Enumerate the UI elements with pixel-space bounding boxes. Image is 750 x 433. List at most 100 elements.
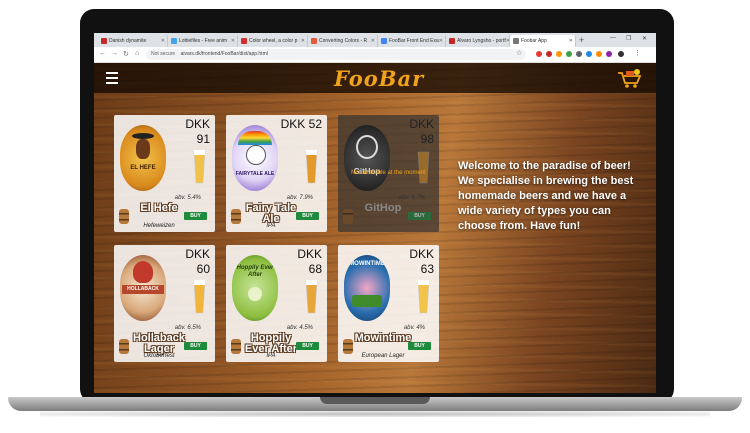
beer-card-hollaback-lager: HOLLABACK DKK 60 abv. 6.5% Hollaback Lag… — [114, 245, 215, 362]
price-value: 68 — [308, 262, 322, 276]
tab-label: Color wheel, a color p — [249, 38, 298, 44]
browser-tab[interactable]: Color wheel, a color p ✕ — [238, 35, 308, 47]
browser-tab[interactable]: Danish dynamite ✕ — [98, 35, 168, 47]
tab-label: Alvaro Lyngsho - portf — [457, 38, 506, 44]
beer-glass-icon — [305, 150, 318, 184]
tab-label: Foobar App — [521, 38, 547, 44]
extension-icon[interactable] — [546, 51, 552, 57]
tab-label: Lottiefiles - Free anim — [179, 38, 228, 44]
app-logo: FooBar — [334, 66, 425, 91]
maximize-icon[interactable]: ❐ — [626, 35, 631, 42]
beer-label-image: Hoppily Ever After — [232, 255, 278, 321]
browser-tab[interactable]: FooBar Front End Exa ✕ — [378, 35, 446, 47]
beer-style: European Lager — [361, 353, 405, 359]
buy-button[interactable]: BUY — [296, 212, 319, 220]
window-close-icon[interactable]: ✕ — [642, 35, 647, 42]
beer-label-text: Hoppily Ever After — [236, 265, 274, 278]
price-value: 63 — [420, 262, 434, 276]
browser-tab[interactable]: Converting Colors - R ✕ — [308, 35, 378, 47]
tab-favicon-icon — [513, 38, 519, 44]
tab-favicon-icon — [101, 38, 107, 44]
beer-name: GitHop — [364, 202, 402, 214]
buy-button[interactable]: BUY — [408, 212, 431, 220]
buy-button[interactable]: BUY — [184, 212, 207, 220]
tab-favicon-icon — [241, 38, 247, 44]
extension-icon[interactable] — [566, 51, 572, 57]
tab-favicon-icon — [381, 38, 387, 44]
url-field[interactable]: Not secure aivars.dk/frontend/FooBar/dis… — [146, 49, 526, 60]
beer-name: Mowintime — [354, 332, 412, 344]
close-icon[interactable]: ✕ — [371, 38, 375, 44]
beer-card-githop: GitHop DKK 98 Not available at the momen… — [338, 115, 439, 232]
buy-button[interactable]: BUY — [408, 342, 431, 350]
app-header: FooBar — [94, 63, 656, 93]
beer-label-text: HOLLABACK — [122, 285, 164, 294]
abv-label: abv. 6.7% — [398, 195, 425, 201]
beer-label-image: EL HEFE — [120, 125, 166, 191]
beer-style: Oktoberfest — [143, 353, 175, 359]
beer-glass-icon — [417, 151, 430, 184]
tab-bar: Danish dynamite ✕ Lottiefiles - Free anim… — [94, 33, 656, 47]
new-tab-plus-icon[interactable]: + — [579, 35, 584, 45]
beer-name: Fairy Tale Ale — [245, 202, 297, 225]
laptop-shadow — [40, 411, 710, 417]
extension-icon[interactable] — [556, 51, 562, 57]
reload-icon[interactable]: ↻ — [123, 50, 129, 58]
close-icon[interactable]: ✕ — [569, 38, 573, 44]
laptop-notch — [320, 397, 430, 404]
address-bar-row: ← → ↻ ⌂ Not secure aivars.dk/frontend/Fo… — [94, 47, 656, 63]
foobar-page: FooBar EL HEFE DKK 91 abv. 5.4% El Hefe … — [94, 63, 656, 393]
beer-label-image: MOWINTIME — [344, 255, 390, 321]
minimize-icon[interactable]: — — [610, 35, 616, 41]
browser-tab[interactable]: Lottiefiles - Free anim ✕ — [168, 35, 238, 47]
extension-icon[interactable] — [596, 51, 602, 57]
not-secure-label: Not secure — [151, 51, 176, 57]
home-icon[interactable]: ⌂ — [135, 50, 139, 57]
price-inline: DKK — [297, 117, 322, 131]
beer-glass-icon — [305, 280, 318, 314]
beer-label-text: MOWINTIME — [349, 261, 385, 267]
beer-label-image: FAIRYTALE ALE — [232, 125, 278, 191]
browser-tab-active[interactable]: Foobar App ✕ — [510, 35, 576, 47]
abv-label: abv. 4% — [403, 325, 425, 331]
cart-icon[interactable] — [616, 69, 642, 89]
close-icon[interactable]: ✕ — [161, 38, 165, 44]
buy-button[interactable]: BUY — [296, 342, 319, 350]
close-icon[interactable]: ✕ — [301, 38, 305, 44]
beer-card-hoppily-ever-after: Hoppily Ever After DKK 68 abv. 4.5% Hopp… — [226, 245, 327, 362]
extension-icon[interactable] — [536, 51, 542, 57]
beer-card-mowintime: MOWINTIME DKK 63 abv. 4% Mowintime BUY E… — [338, 245, 439, 362]
price-currency: DKK — [185, 117, 210, 131]
tab-label: Danish dynamite — [109, 38, 147, 44]
tab-favicon-icon — [171, 38, 177, 44]
extension-icon[interactable] — [606, 51, 612, 57]
profile-avatar[interactable] — [618, 51, 624, 57]
beer-style: IPA — [266, 223, 276, 229]
beer-style: Hefeweizen — [143, 223, 175, 229]
tab-label: FooBar Front End Exa — [389, 38, 439, 44]
beer-glass-icon — [193, 150, 206, 184]
beer-glass-icon — [193, 280, 206, 314]
back-arrow-icon[interactable]: ← — [99, 50, 106, 57]
not-available-message: Not available at the moment — [351, 170, 426, 176]
beer-card-fairy-tale-ale: FAIRYTALE ALE DKK 52 52 DKK abv. 7.9% Fa… — [226, 115, 327, 232]
forward-arrow-icon[interactable]: → — [111, 50, 118, 57]
extension-icon[interactable] — [576, 51, 582, 57]
beer-label-text: FAIRYTALE ALE — [235, 171, 275, 177]
extension-icon[interactable] — [586, 51, 592, 57]
buy-button[interactable]: BUY — [184, 342, 207, 350]
hamburger-menu-icon[interactable] — [106, 72, 118, 87]
tab-favicon-icon — [311, 38, 317, 44]
beer-name: Hollaback Lager — [133, 332, 185, 355]
price-currency: DKK — [185, 247, 210, 261]
price-currency: DKK — [409, 117, 434, 131]
menu-kebab-icon[interactable]: ⋮ — [634, 49, 641, 57]
browser-tab[interactable]: Alvaro Lyngsho - portf ✕ — [446, 35, 510, 47]
beer-label-image: HOLLABACK — [120, 255, 166, 321]
price-value: 60 — [196, 262, 210, 276]
beer-name: El Hefe — [140, 202, 178, 214]
close-icon[interactable]: ✕ — [231, 38, 235, 44]
beer-name: Hoppily Ever After — [244, 332, 298, 355]
bookmark-star-icon[interactable]: ☆ — [516, 49, 522, 57]
close-icon[interactable]: ✕ — [439, 38, 443, 44]
